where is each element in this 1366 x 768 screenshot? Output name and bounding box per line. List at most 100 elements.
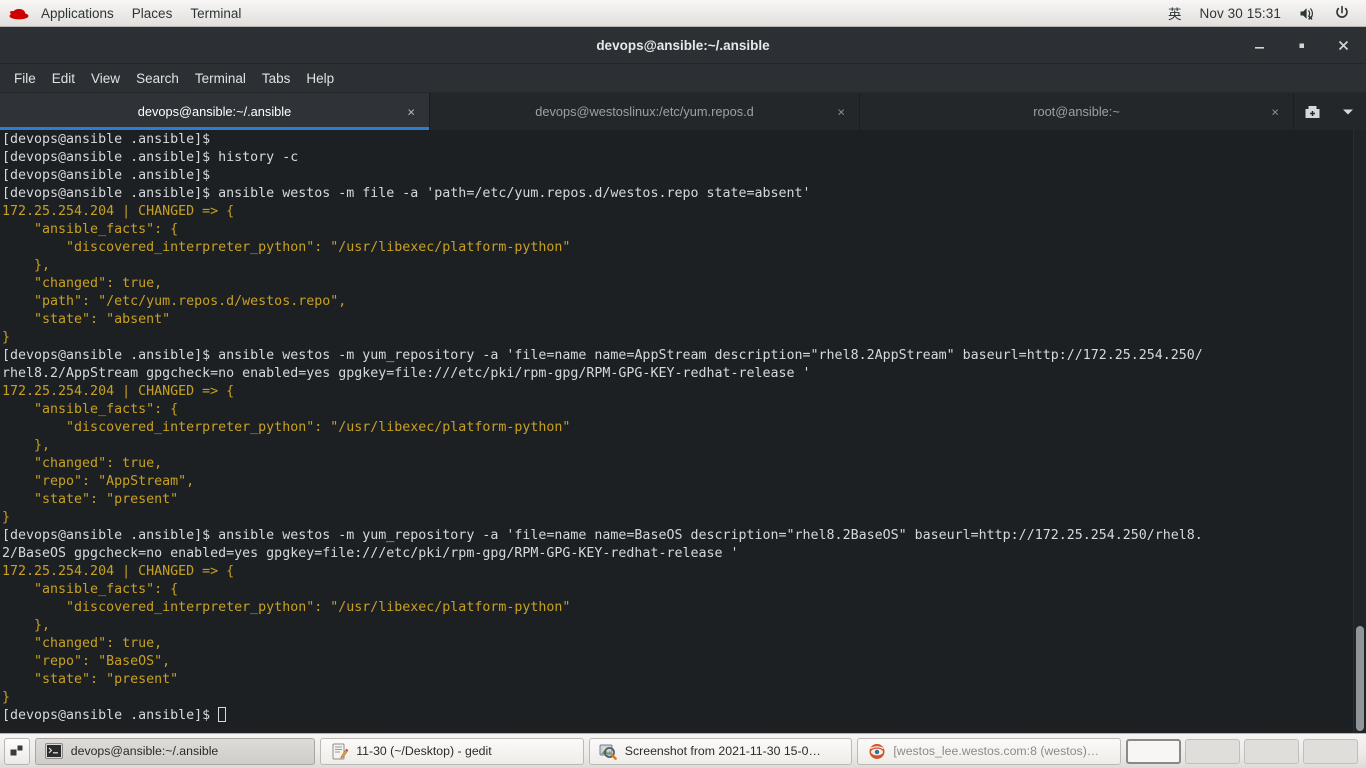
chevron-down-icon[interactable]: [1330, 93, 1366, 130]
tab-devops-ansible[interactable]: devops@ansible:~/.ansible ×: [0, 93, 430, 130]
menu-file[interactable]: File: [6, 64, 44, 93]
taskbar: devops@ansible:~/.ansible 11-30 (~/Deskt…: [0, 733, 1366, 768]
show-desktop-icon[interactable]: [4, 737, 30, 765]
input-method-label: 英: [1167, 7, 1182, 22]
window-titlebar[interactable]: devops@ansible:~/.ansible: [0, 27, 1366, 64]
menu-view[interactable]: View: [83, 64, 128, 93]
terminal-line: }: [2, 330, 11, 345]
terminal-line: 2/BaseOS gpgcheck=no enabled=yes gpgkey=…: [2, 546, 739, 561]
maximize-button[interactable]: [1290, 34, 1312, 56]
tab-close-icon[interactable]: ×: [407, 105, 415, 118]
terminal-line: }: [2, 690, 11, 705]
terminal-line: "ansible_facts": {: [2, 402, 179, 417]
menu-view-label: View: [91, 70, 121, 86]
task-label: Screenshot from 2021-11-30 15-0…: [624, 744, 821, 758]
window-controls: [1248, 27, 1366, 64]
redhat-logo-icon[interactable]: [8, 5, 30, 21]
image-viewer-icon: [599, 742, 618, 761]
workspace-3[interactable]: [1244, 738, 1299, 764]
menu-terminal[interactable]: Terminal: [181, 0, 250, 27]
terminal-prompt: [devops@ansible .ansible]$: [2, 708, 219, 723]
terminal-line: "repo": "AppStream",: [2, 474, 195, 489]
menu-terminal-label: Terminal: [190, 5, 242, 21]
terminal-prompt-line: [devops@ansible .ansible]$: [2, 707, 1203, 725]
tab-label: devops@ansible:~/.ansible: [137, 104, 292, 119]
terminal-icon: [45, 742, 64, 761]
terminal-line: "changed": true,: [2, 276, 163, 291]
terminal-line: [devops@ansible .ansible]$ ansible westo…: [2, 186, 811, 201]
terminal-output-area[interactable]: [devops@ansible .ansible]$ [devops@ansibl…: [0, 130, 1366, 733]
scrollbar-thumb[interactable]: [1356, 626, 1364, 731]
gedit-icon: [330, 742, 349, 761]
task-button-terminal[interactable]: devops@ansible:~/.ansible: [34, 737, 316, 765]
task-label: 11-30 (~/Desktop) - gedit: [356, 744, 492, 758]
terminal-line: "discovered_interpreter_python": "/usr/l…: [2, 600, 571, 615]
tab-label: root@ansible:~: [1033, 104, 1120, 119]
terminal-line: "changed": true,: [2, 636, 163, 651]
menu-search[interactable]: Search: [128, 64, 187, 93]
workspace-1[interactable]: [1126, 738, 1181, 764]
workspace-4[interactable]: [1303, 738, 1358, 764]
workspace-switcher: [1126, 738, 1362, 764]
close-button[interactable]: [1332, 34, 1354, 56]
window-title: devops@ansible:~/.ansible: [596, 37, 770, 53]
terminal-line: },: [2, 438, 51, 453]
terminal-line: rhel8.2/AppStream gpgcheck=no enabled=ye…: [2, 366, 811, 381]
terminal-line: [devops@ansible .ansible]$ ansible westo…: [2, 348, 1203, 363]
menu-terminal-menu[interactable]: Terminal: [187, 64, 254, 93]
menu-tabs[interactable]: Tabs: [254, 64, 299, 93]
tab-root-ansible[interactable]: root@ansible:~ ×: [860, 93, 1294, 130]
volume-muted-icon[interactable]: [1291, 0, 1324, 27]
menu-places-label: Places: [131, 5, 173, 21]
workspace-2[interactable]: [1185, 738, 1240, 764]
terminal-scrollbar[interactable]: [1353, 130, 1366, 733]
top-panel-status-area: 英 Nov 30 15:31: [1160, 0, 1366, 27]
menu-edit[interactable]: Edit: [44, 64, 83, 93]
menu-tabs-label: Tabs: [261, 70, 291, 86]
terminal-cursor: [218, 707, 227, 722]
terminal-window: devops@ansible:~/.ansible File Edit View…: [0, 27, 1366, 733]
menu-places[interactable]: Places: [123, 0, 182, 27]
clock[interactable]: Nov 30 15:31: [1191, 0, 1289, 27]
menu-applications[interactable]: Applications: [32, 0, 123, 27]
top-panel: Applications Places Terminal 英 Nov 30 15…: [0, 0, 1366, 27]
menu-applications-label: Applications: [41, 5, 114, 21]
terminal-line: },: [2, 618, 51, 633]
terminal-line: 172.25.254.204 | CHANGED => {: [2, 384, 235, 399]
task-button-vnc[interactable]: [westos_lee.westos.com:8 (westos)…: [857, 737, 1121, 765]
terminal-line: },: [2, 258, 51, 273]
menu-help[interactable]: Help: [298, 64, 342, 93]
terminal-line: [devops@ansible .ansible]$ ansible westo…: [2, 528, 1203, 543]
power-icon[interactable]: [1326, 0, 1358, 27]
terminal-line: "discovered_interpreter_python": "/usr/l…: [2, 420, 571, 435]
task-button-gedit[interactable]: 11-30 (~/Desktop) - gedit: [320, 737, 584, 765]
task-button-screenshot[interactable]: Screenshot from 2021-11-30 15-0…: [588, 737, 853, 765]
terminal-line: 172.25.254.204 | CHANGED => {: [2, 204, 235, 219]
terminal-line: "ansible_facts": {: [2, 222, 179, 237]
tab-close-icon[interactable]: ×: [837, 105, 845, 118]
tab-label: devops@westoslinux:/etc/yum.repos.d: [535, 104, 754, 119]
task-label: devops@ansible:~/.ansible: [70, 744, 219, 758]
terminal-line: "state": "absent": [2, 312, 171, 327]
menu-search-label: Search: [136, 70, 179, 86]
terminal-line: "discovered_interpreter_python": "/usr/l…: [2, 240, 571, 255]
tab-devops-westoslinux[interactable]: devops@westoslinux:/etc/yum.repos.d ×: [430, 93, 860, 130]
menubar: File Edit View Search Terminal Tabs Help: [0, 64, 1366, 93]
menu-file-label: File: [14, 70, 36, 86]
terminal-line: }: [2, 510, 11, 525]
terminal-line: 172.25.254.204 | CHANGED => {: [2, 564, 235, 579]
tab-close-icon[interactable]: ×: [1271, 105, 1279, 118]
input-method-indicator[interactable]: 英: [1160, 0, 1190, 27]
vnc-icon: [867, 742, 886, 761]
terminal-line: [devops@ansible .ansible]$: [2, 132, 211, 147]
clock-label: Nov 30 15:31: [1199, 5, 1281, 21]
terminal-line: "state": "present": [2, 492, 179, 507]
terminal-line: [devops@ansible .ansible]$: [2, 168, 211, 183]
menu-edit-label: Edit: [51, 70, 76, 86]
minimize-button[interactable]: [1248, 34, 1270, 56]
terminal-line: "ansible_facts": {: [2, 582, 179, 597]
terminal-text: [devops@ansible .ansible]$ [devops@ansibl…: [2, 131, 1203, 725]
menu-help-label: Help: [306, 70, 335, 86]
new-tab-icon[interactable]: [1294, 93, 1330, 130]
terminal-line: "changed": true,: [2, 456, 163, 471]
